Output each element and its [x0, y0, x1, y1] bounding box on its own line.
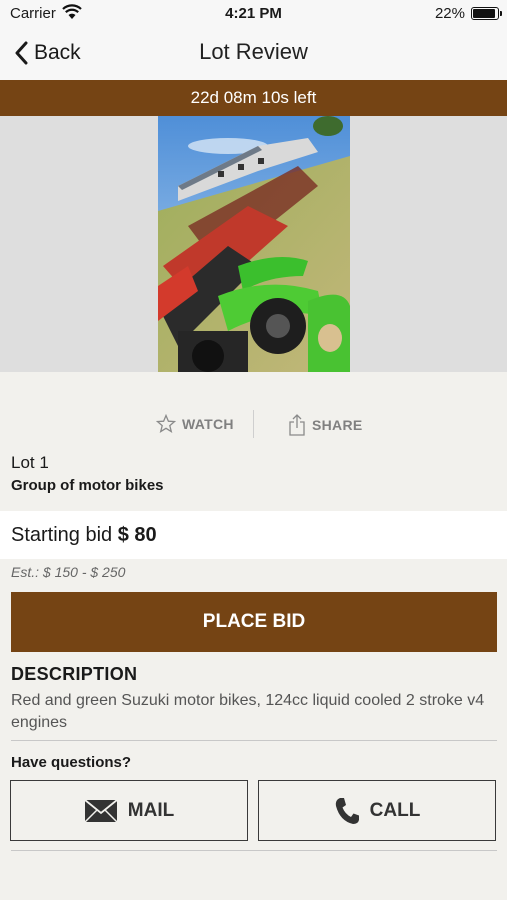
call-label: CALL	[369, 799, 421, 821]
starting-bid-row: Starting bid $ 80	[0, 511, 507, 559]
watch-label: WATCH	[182, 416, 234, 432]
place-bid-button[interactable]: PLACE BID	[11, 592, 497, 652]
share-icon	[289, 414, 305, 436]
starting-bid-amount: $ 80	[117, 524, 157, 546]
estimate-range: Est.: $ 150 - $ 250	[11, 564, 126, 580]
call-button[interactable]: CALL	[258, 780, 496, 841]
back-button[interactable]: Back	[14, 38, 81, 68]
lot-photo[interactable]	[158, 116, 350, 372]
divider	[253, 410, 254, 438]
share-button[interactable]: SHARE	[288, 414, 363, 436]
status-bar: Carrier 4:21 PM 22%	[0, 0, 507, 28]
status-time: 4:21 PM	[225, 5, 282, 22]
chevron-left-icon	[15, 41, 28, 65]
time-left-banner: 22d 08m 10s left	[0, 80, 507, 116]
description-heading: DESCRIPTION	[11, 664, 138, 684]
battery-icon	[471, 7, 502, 20]
share-label: SHARE	[312, 417, 363, 433]
lot-actions: WATCH SHARE	[0, 410, 507, 440]
photo-area	[0, 116, 507, 372]
lot-title: Group of motor bikes	[11, 477, 164, 494]
mail-button[interactable]: MAIL	[10, 780, 248, 841]
divider	[11, 850, 497, 851]
description-text: Red and green Suzuki motor bikes, 124cc …	[11, 692, 485, 731]
mail-label: MAIL	[127, 799, 175, 821]
questions-label: Have questions?	[11, 754, 132, 771]
battery-percent: 22%	[434, 5, 465, 22]
star-icon	[156, 414, 176, 434]
divider	[11, 740, 497, 741]
mail-icon	[84, 798, 118, 823]
lot-number: Lot 1	[11, 453, 49, 472]
back-label: Back	[34, 41, 81, 64]
phone-icon	[335, 797, 359, 824]
starting-bid-label: Starting bid	[11, 524, 113, 546]
navigation-bar: Back Lot Review	[0, 28, 507, 80]
watch-button[interactable]: WATCH	[156, 414, 234, 434]
